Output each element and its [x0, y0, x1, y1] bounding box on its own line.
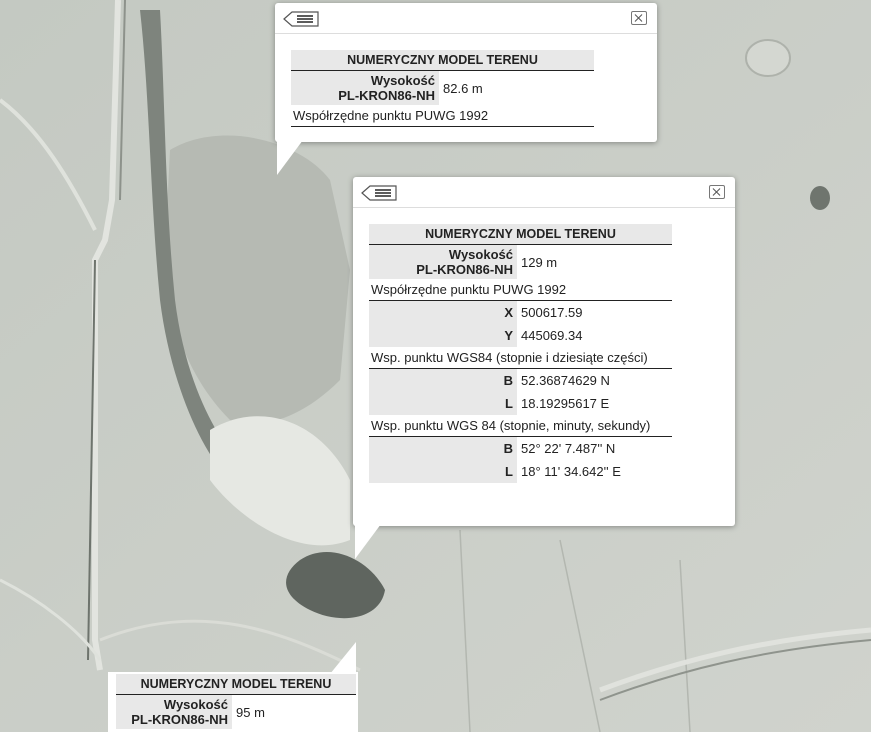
popup-header — [353, 177, 735, 208]
l-decimal-value: 18.19295617 E — [517, 392, 672, 415]
b-dms-value: 52° 22' 7.487'' N — [517, 436, 672, 460]
terrain-info-table: NUMERYCZNY MODEL TERENU Wysokość PL-KRON… — [369, 224, 672, 483]
height-label-line2: PL-KRON86-NH — [416, 262, 513, 277]
table-title: NUMERYCZNY MODEL TERENU — [291, 50, 594, 71]
height-label: Wysokość PL-KRON86-NH — [291, 70, 439, 105]
l-decimal-label: L — [369, 392, 517, 415]
height-value: 95 m — [232, 694, 356, 729]
wgs-decimal-section-label: Wsp. punktu WGS84 (stopnie i dziesiąte c… — [369, 347, 672, 369]
height-label: Wysokość PL-KRON86-NH — [116, 694, 232, 729]
popup-top-pointer — [277, 140, 303, 175]
y-value: 445069.34 — [517, 324, 672, 347]
l-dms-label: L — [369, 460, 517, 483]
height-value: 129 m — [517, 244, 672, 279]
popup-top: NUMERYCZNY MODEL TERENU Wysokość PL-KRON… — [275, 3, 657, 142]
popup-middle-pointer — [355, 524, 381, 559]
puwg-section-label: Współrzędne punktu PUWG 1992 — [369, 279, 672, 301]
popup-bottom-pointer — [330, 642, 356, 674]
height-label-line1: Wysokość — [370, 73, 435, 88]
height-label-line1: Wysokość — [448, 247, 513, 262]
height-label-line1: Wysokość — [163, 697, 228, 712]
terrain-info-table: NUMERYCZNY MODEL TERENU Wysokość PL-KRON… — [116, 674, 356, 729]
b-decimal-label: B — [369, 368, 517, 392]
height-label-line2: PL-KRON86-NH — [131, 712, 228, 727]
y-label: Y — [369, 324, 517, 347]
l-dms-value: 18° 11' 34.642'' E — [517, 460, 672, 483]
list-back-icon[interactable] — [361, 185, 397, 201]
popup-middle: NUMERYCZNY MODEL TERENU Wysokość PL-KRON… — [353, 177, 735, 526]
popup-header — [275, 3, 657, 34]
terrain-info-table: NUMERYCZNY MODEL TERENU Wysokość PL-KRON… — [291, 50, 594, 127]
close-icon[interactable] — [631, 11, 647, 25]
height-value: 82.6 m — [439, 70, 594, 105]
wgs-dms-section-label: Wsp. punktu WGS 84 (stopnie, minuty, sek… — [369, 415, 672, 437]
close-icon[interactable] — [709, 185, 725, 199]
table-title: NUMERYCZNY MODEL TERENU — [116, 674, 356, 695]
table-title: NUMERYCZNY MODEL TERENU — [369, 224, 672, 245]
height-label-line2: PL-KRON86-NH — [338, 88, 435, 103]
popup-bottom: NUMERYCZNY MODEL TERENU Wysokość PL-KRON… — [108, 672, 358, 732]
puwg-section-label: Współrzędne punktu PUWG 1992 — [291, 105, 594, 127]
x-label: X — [369, 300, 517, 324]
x-value: 500617.59 — [517, 300, 672, 324]
b-dms-label: B — [369, 436, 517, 460]
height-label: Wysokość PL-KRON86-NH — [369, 244, 517, 279]
b-decimal-value: 52.36874629 N — [517, 368, 672, 392]
list-back-icon[interactable] — [283, 11, 319, 27]
